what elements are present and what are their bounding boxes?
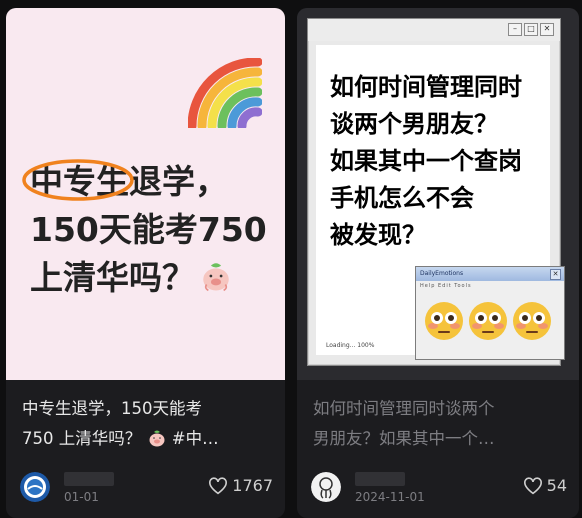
loading-text: Loading... 100% <box>326 342 375 349</box>
minimize-icon: – <box>508 23 522 36</box>
post-card-1[interactable]: 中专生 退学， 150天能考750 上清华吗？ 中专生退学，150天能考 750… <box>6 8 285 518</box>
cover-question: 如何时间管理同时 谈两个男朋友？ 如果其中一个查岗 手机怎么不会 被发现？ <box>330 73 522 249</box>
author-avatar[interactable] <box>20 472 50 502</box>
flushed-face-icon <box>469 302 507 340</box>
like-count: 54 <box>546 476 567 495</box>
like-count: 1767 <box>232 476 273 495</box>
author-name-redacted[interactable] <box>355 472 405 486</box>
popup-menu: Help Edit Tools <box>420 283 472 289</box>
maximize-icon: □ <box>524 23 538 36</box>
flushed-face-icon <box>425 302 463 340</box>
cover-title: 中专生 退学， 150天能考750 上清华吗？ <box>22 158 280 302</box>
post-meta: 01-01 1767 <box>20 470 273 504</box>
post-meta: 2024-11-01 54 <box>311 470 567 504</box>
post-caption[interactable]: 中专生退学，150天能考 750 上清华吗？ #中… <box>22 394 274 454</box>
post-cover-image[interactable]: 中专生 退学， 150天能考750 上清华吗？ <box>6 8 285 380</box>
close-icon: ✕ <box>540 23 554 36</box>
emotion-popup: DailyEmotions ✕ Help Edit Tools <box>415 266 565 360</box>
post-date: 2024-11-01 <box>355 490 425 504</box>
post-caption[interactable]: 如何时间管理同时谈两个 男朋友？如果其中一个… <box>313 394 565 454</box>
like-button[interactable]: 1767 <box>208 476 273 495</box>
rainbow-icon <box>188 58 262 128</box>
window-titlebar: – □ ✕ <box>308 19 560 41</box>
post-cover-image[interactable]: – □ ✕ 如何时间管理同时 谈两个男朋友？ 如果其中一个查岗 手机怎么不会 被… <box>297 8 579 380</box>
popup-titlebar: DailyEmotions ✕ <box>416 267 564 281</box>
heart-icon <box>523 476 542 494</box>
post-card-2[interactable]: – □ ✕ 如何时间管理同时 谈两个男朋友？ 如果其中一个查岗 手机怎么不会 被… <box>297 8 579 518</box>
cover-title-highlight: 中专生 <box>22 158 134 206</box>
post-date: 01-01 <box>64 490 99 504</box>
close-icon: ✕ <box>550 269 561 280</box>
pig-emoji-icon <box>149 430 164 447</box>
author-avatar[interactable] <box>311 472 341 502</box>
author-name-redacted[interactable] <box>64 472 114 486</box>
pig-emoji-icon <box>203 263 229 292</box>
heart-icon <box>209 476 228 494</box>
like-button[interactable]: 54 <box>523 476 567 495</box>
flushed-face-icon <box>513 302 551 340</box>
